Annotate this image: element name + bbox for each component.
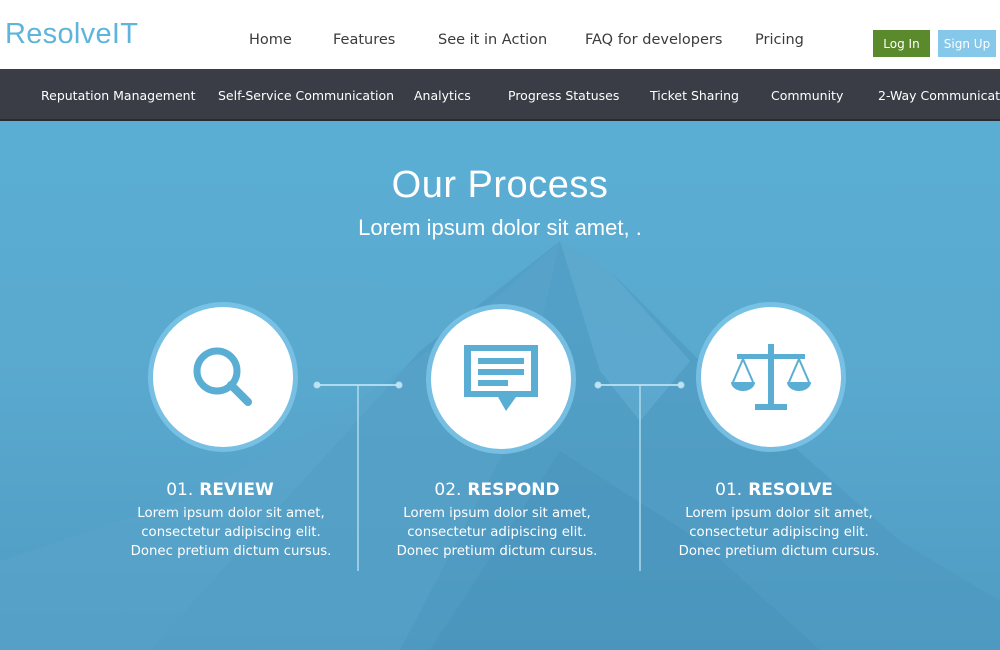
respond-step-circle (431, 309, 571, 449)
step-name: RESPOND (467, 480, 560, 500)
step-description-review: Lorem ipsum dolor sit amet, consectetur … (91, 504, 371, 561)
step-text-line: Donec pretium dictum cursus. (678, 544, 880, 559)
step-description-resolve: Lorem ipsum dolor sit amet, consectetur … (639, 504, 919, 561)
step-text-line: consectetur adipiscing elit. (689, 525, 869, 540)
step-name: REVIEW (199, 480, 274, 500)
subnav-item-reputation-management[interactable]: Reputation Management (41, 88, 196, 103)
step-number: 01. (166, 480, 194, 500)
step-title-review: 01. REVIEW (80, 480, 360, 500)
nav-faq-for-developers[interactable]: FAQ for developers (585, 32, 722, 48)
scales-icon (731, 344, 811, 410)
resolve-step-circle (701, 307, 841, 447)
step-description-respond: Lorem ipsum dolor sit amet, consectetur … (357, 504, 637, 561)
login-button[interactable]: Log In (873, 30, 930, 57)
step-text-line: Lorem ipsum dolor sit amet, (685, 506, 873, 521)
signup-button[interactable]: Sign Up (938, 30, 996, 57)
subnav-item-self-service-communication[interactable]: Self-Service Communication (218, 88, 394, 103)
step-title-respond: 02. RESPOND (357, 480, 637, 500)
step-text-line: consectetur adipiscing elit. (407, 525, 587, 540)
subnav-item-progress-statuses[interactable]: Progress Statuses (508, 88, 619, 103)
search-icon (193, 347, 252, 406)
nav-home[interactable]: Home (249, 32, 292, 48)
subnav-item-ticket-sharing[interactable]: Ticket Sharing (650, 88, 739, 103)
nav-features[interactable]: Features (333, 32, 395, 48)
step-text-line: Lorem ipsum dolor sit amet, (403, 506, 591, 521)
subnav-item-analytics[interactable]: Analytics (414, 88, 471, 103)
nav-see-it-in-action[interactable]: See it in Action (438, 32, 547, 48)
step-text-line: Donec pretium dictum cursus. (396, 544, 598, 559)
main-nav: Home Features See it in Action FAQ for d… (0, 32, 1000, 52)
subnav-item-community[interactable]: Community (771, 88, 843, 103)
process-section: Our Process Lorem ipsum dolor sit amet, … (0, 121, 1000, 650)
top-header: ResolveIT Home Features See it in Action… (0, 0, 1000, 69)
step-text-line: Donec pretium dictum cursus. (130, 544, 332, 559)
step-name: RESOLVE (748, 480, 833, 500)
step-text-line: consectetur adipiscing elit. (141, 525, 321, 540)
chat-icon (464, 345, 538, 411)
nav-pricing[interactable]: Pricing (755, 32, 804, 48)
step-text-line: Lorem ipsum dolor sit amet, (137, 506, 325, 521)
subnav-item-2-way-communication[interactable]: 2-Way Communication (878, 88, 1000, 103)
step-number: 01. (715, 480, 743, 500)
feature-subnav: Reputation Management Self-Service Commu… (0, 69, 1000, 121)
step-title-resolve: 01. RESOLVE (634, 480, 914, 500)
step-number: 02. (434, 480, 462, 500)
review-step-circle (153, 307, 293, 447)
